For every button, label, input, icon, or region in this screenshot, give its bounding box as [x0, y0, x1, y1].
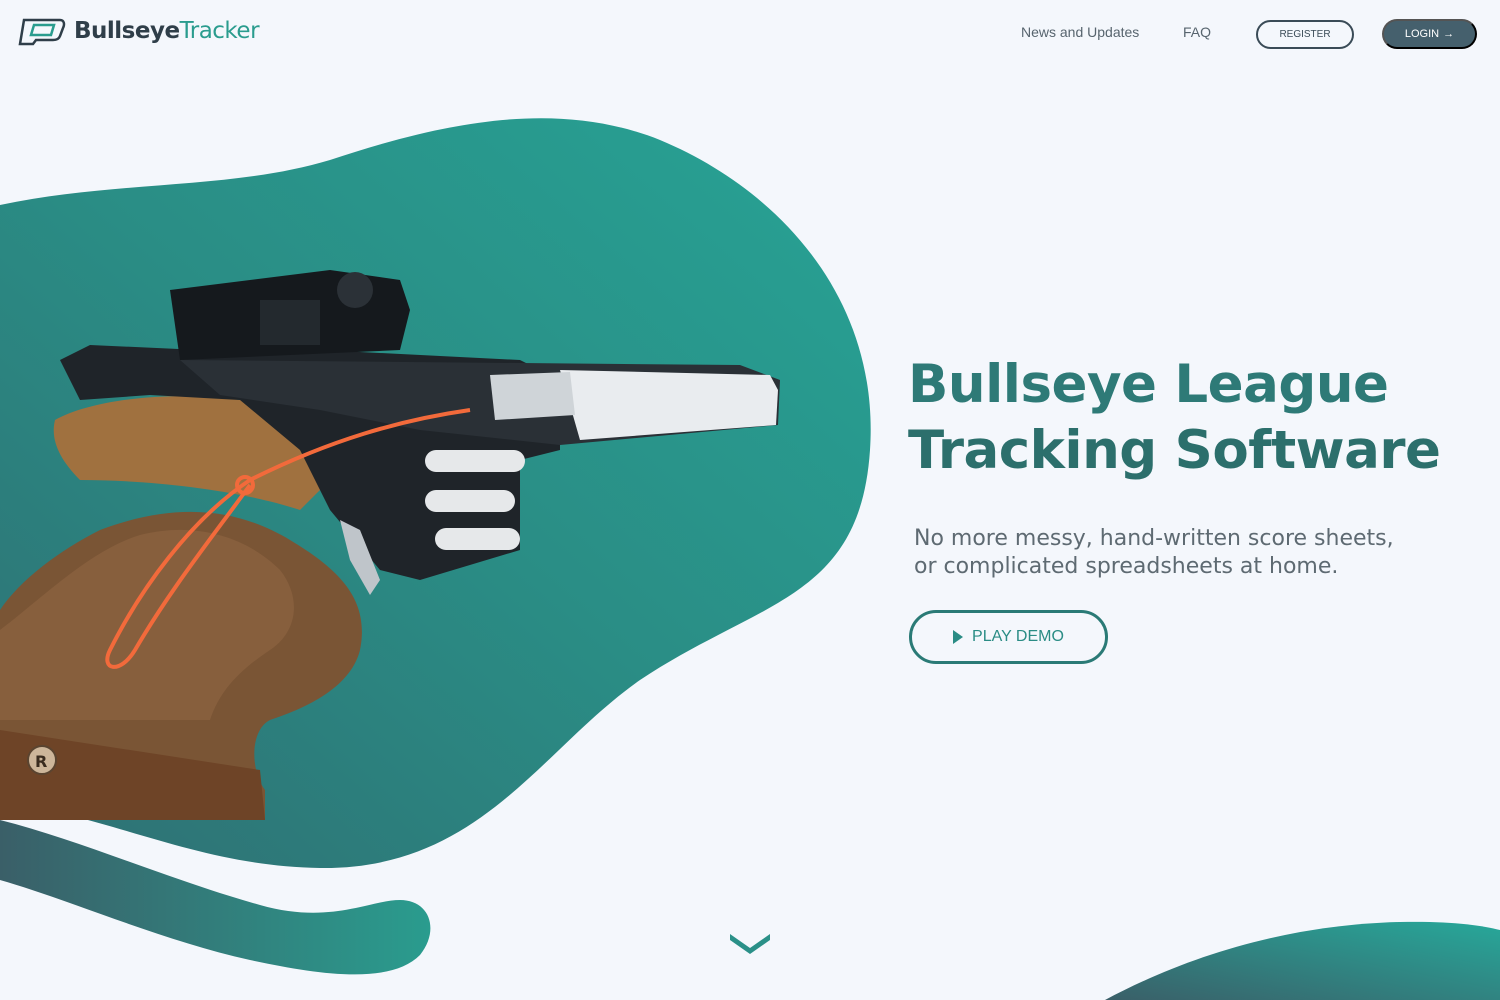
play-demo-label: PLAY DEMO [972, 628, 1064, 645]
nav-link-news[interactable]: News and Updates [1021, 24, 1139, 40]
logo[interactable]: BullseyeTracker [16, 16, 260, 46]
arrow-right-icon: → [1443, 28, 1455, 40]
nav-link-faq[interactable]: FAQ [1183, 24, 1211, 40]
logo-text-light: Tracker [179, 18, 260, 44]
svg-text:R: R [35, 752, 47, 771]
logo-text-bold: Bullseye [74, 18, 180, 44]
chevron-down-icon[interactable] [728, 928, 772, 956]
hero-subtitle: No more messy, hand-written score sheets… [914, 525, 1434, 581]
hero-subtitle-line2: or complicated spreadsheets at home. [914, 554, 1339, 579]
play-icon [953, 630, 964, 644]
bullseye-logo-icon [18, 18, 66, 46]
register-button-label: REGISTER [1279, 29, 1331, 40]
hero-title-line1: Bullseye League [908, 354, 1389, 415]
pistol-image: R [0, 270, 780, 820]
hero-title: Bullseye League Tracking Software [908, 352, 1468, 484]
login-button[interactable]: LOGIN → [1382, 19, 1477, 49]
register-button[interactable]: REGISTER [1256, 20, 1354, 49]
corner-shape [1105, 921, 1500, 1000]
hero-subtitle-line1: No more messy, hand-written score sheets… [914, 526, 1394, 551]
hero-title-line2: Tracking Software [908, 420, 1441, 481]
play-demo-button[interactable]: PLAY DEMO [909, 610, 1108, 664]
logo-text: BullseyeTracker [74, 18, 260, 44]
login-button-label: LOGIN [1404, 28, 1440, 40]
